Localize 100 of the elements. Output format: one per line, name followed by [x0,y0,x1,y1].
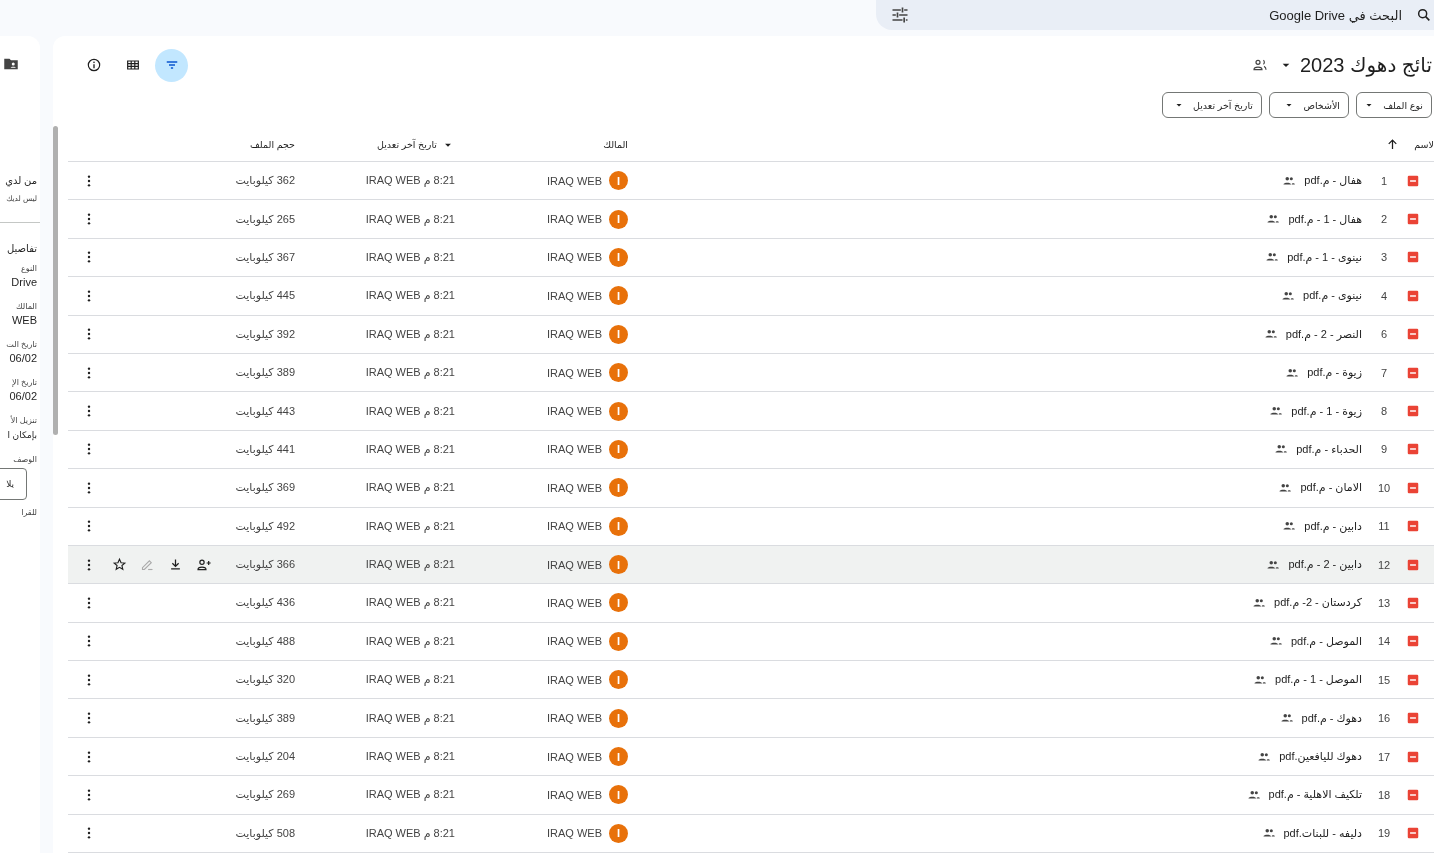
file-number: 3 [1379,251,1389,264]
file-name: دهوك - م.pdf [1301,711,1362,725]
file-size: 436 كيلوبايت [235,596,295,610]
file-name: الموصل - م.pdf [1290,634,1362,648]
folder-title[interactable]: تائج دهوك 2023 [1277,53,1434,77]
pdf-icon [1406,442,1420,457]
pdf-icon [1406,826,1420,841]
file-name: تلكيف الاهلية - م.pdf [1268,788,1362,802]
filter-chip[interactable]: الأشخاص [1269,92,1349,118]
file-size: 367 كيلوبايت [235,250,295,264]
modified-date: 8:21 م IRAQ WEB [365,788,455,802]
field-value: بإمكان ا [6,430,38,440]
file-number: 9 [1379,443,1389,456]
file-number: 19 [1376,827,1392,840]
filter-chip[interactable]: تاريخ آخر تعديل [1162,92,1262,118]
owner-avatar: I [609,439,628,459]
pdf-icon [1406,634,1420,649]
owner-name: IRAQ WEB [547,213,602,226]
column-header[interactable]: لاسم [1414,139,1434,150]
modified-date: 8:21 م IRAQ WEB [365,250,455,264]
file-size: 389 كيلوبايت [235,366,295,380]
file-number: 13 [1376,597,1392,609]
file-size: 366 كيلوبايت [235,558,295,572]
field-label: تاريخ الت [5,340,38,349]
owner-name: IRAQ WEB [547,405,602,418]
file-name: هفال - 1 - م.pdf [1288,212,1362,226]
owner-name: IRAQ WEB [547,635,602,648]
modified-date: 8:21 م IRAQ WEB [365,673,455,687]
owner-name: IRAQ WEB [547,481,602,494]
column-header[interactable]: حجم الملف [250,139,295,150]
owner-name: IRAQ WEB [547,251,602,264]
pdf-icon [1406,480,1420,495]
modified-date: 8:21 م IRAQ WEB [365,558,455,572]
file-number: 11 [1377,520,1391,533]
file-name: دهوك لليافعين.pdf [1279,750,1362,764]
file-number: 1 [1379,174,1389,187]
modified-date: 8:21 م IRAQ WEB [365,711,455,725]
file-size: 492 كيلوبايت [235,519,295,533]
file-number: 10 [1376,481,1392,494]
owner-name: IRAQ WEB [547,712,602,725]
people-icon [1251,57,1268,73]
owner-avatar: I [609,747,628,767]
field-value: 06/02 [8,352,38,364]
field-label: تنزيل الأ [9,416,38,425]
pdf-icon [1406,173,1420,188]
pdf-icon [1406,250,1420,265]
search-icon[interactable] [1416,7,1432,23]
pdf-icon [1406,519,1420,534]
file-name: دابين - 2 - م.pdf [1288,558,1362,572]
file-number: 2 [1379,213,1389,226]
star-icon[interactable] [112,557,127,573]
owner-avatar: I [609,670,628,690]
file-name: نينوى - م.pdf [1303,289,1362,303]
pdf-icon [1406,749,1420,764]
owner-avatar: I [609,631,628,651]
file-number: 7 [1379,366,1389,379]
file-name: دابين - م.pdf [1304,519,1362,533]
search-bar[interactable]: البحث في Google Drive [876,0,1434,30]
file-size: 488 كيلوبايت [235,634,295,648]
description-field[interactable]: يلا [0,468,27,500]
file-name: كردستان - 2- م.pdf [1274,596,1362,610]
file-size: 443 كيلوبايت [235,404,295,418]
file-number: 12 [1376,558,1392,571]
column-header[interactable]: المالك [603,139,628,150]
pdf-icon [1406,212,1420,227]
file-size: 445 كيلوبايت [235,289,295,303]
owner-name: IRAQ WEB [547,788,602,801]
search-field[interactable]: البحث في Google Drive [1150,6,1404,24]
file-name: الحدباء - م.pdf [1296,442,1362,456]
tune-icon[interactable] [890,5,910,25]
modified-date: 8:21 م IRAQ WEB [365,366,455,380]
owner-name: IRAQ WEB [547,750,602,763]
description-hint: للقرا [20,508,38,517]
file-size: 265 كيلوبايت [235,212,295,226]
description-label: الوصف [12,455,38,464]
file-name: النصر - 2 - م.pdf [1285,327,1362,341]
owner-name: IRAQ WEB [547,673,602,686]
pdf-icon [1406,557,1420,572]
owner-avatar: I [609,209,628,229]
download-icon[interactable] [168,557,183,573]
scrollbar-thumb[interactable] [53,126,58,435]
pdf-icon [1406,288,1420,303]
field-value: 06/02 [8,390,38,402]
pdf-icon [1406,711,1420,726]
owner-avatar: I [609,286,628,306]
pdf-icon [1406,327,1420,342]
people-icon [1252,596,1267,610]
modified-date: 8:21 م IRAQ WEB [365,212,455,226]
modified-date: 8:21 م IRAQ WEB [365,634,455,648]
owner-avatar: I [609,324,628,344]
file-size: 389 كيلوبايت [235,711,295,725]
owner-avatar: I [609,593,628,613]
owner-name: IRAQ WEB [547,558,602,571]
file-number: 6 [1379,328,1389,341]
file-number: 14 [1376,635,1392,648]
filter-chip[interactable]: نوع الملف [1356,92,1432,118]
filter-button[interactable] [155,48,188,82]
column-header[interactable]: تاريخ آخر تعديل [377,137,455,152]
owner-avatar: I [609,516,628,536]
owner-avatar: I [609,785,628,805]
